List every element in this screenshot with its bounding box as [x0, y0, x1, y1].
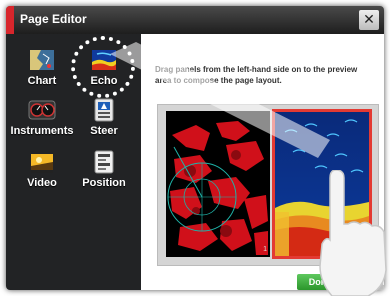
video-icon — [31, 154, 53, 173]
close-button[interactable]: ✕ — [359, 10, 379, 30]
panel-sidebar: Chart Echo Instruments Steer Video Posit… — [6, 34, 141, 290]
panel-item-video[interactable]: Video — [12, 148, 72, 204]
editor-main: Drag panels from the left-hand side on t… — [141, 34, 384, 290]
panel-item-instruments[interactable]: Instruments — [10, 96, 74, 152]
position-icon — [94, 150, 114, 174]
chart-icon — [30, 50, 54, 70]
title-accent — [6, 6, 14, 34]
panel-label-video: Video — [27, 177, 57, 189]
panel-item-position[interactable]: Position — [74, 148, 134, 204]
panel-item-echo[interactable]: Echo — [71, 36, 135, 102]
echo-preview — [275, 112, 369, 256]
panel-label-position: Position — [82, 177, 126, 189]
panel-label-steer: Steer — [90, 125, 118, 137]
panel-item-chart[interactable]: Chart — [12, 46, 72, 102]
pane-number: 1 — [263, 246, 267, 253]
preview-pane-radar[interactable]: 1 — [166, 111, 270, 257]
cancel-button[interactable]: Cancel — [347, 274, 384, 290]
radar-preview — [166, 111, 270, 257]
window-title: Page Editor — [20, 12, 87, 26]
close-icon: ✕ — [363, 12, 375, 28]
panel-label-chart: Chart — [27, 75, 57, 87]
done-button[interactable]: Done — [297, 274, 343, 290]
preview-pane-echo[interactable] — [272, 109, 372, 259]
instructions-text: Drag panels from the left-hand side on t… — [155, 65, 358, 85]
instruments-icon — [28, 100, 56, 120]
preview-area[interactable]: 1 — [157, 104, 379, 266]
page-editor-window: Page Editor ✕ Chart Echo Instruments Ste… — [6, 6, 384, 290]
drag-selection-highlight — [71, 36, 135, 98]
title-bar: Page Editor ✕ — [6, 6, 384, 34]
panel-label-instruments: Instruments — [10, 125, 74, 137]
panel-item-steer[interactable]: Steer — [74, 96, 134, 152]
steer-icon — [94, 98, 114, 122]
